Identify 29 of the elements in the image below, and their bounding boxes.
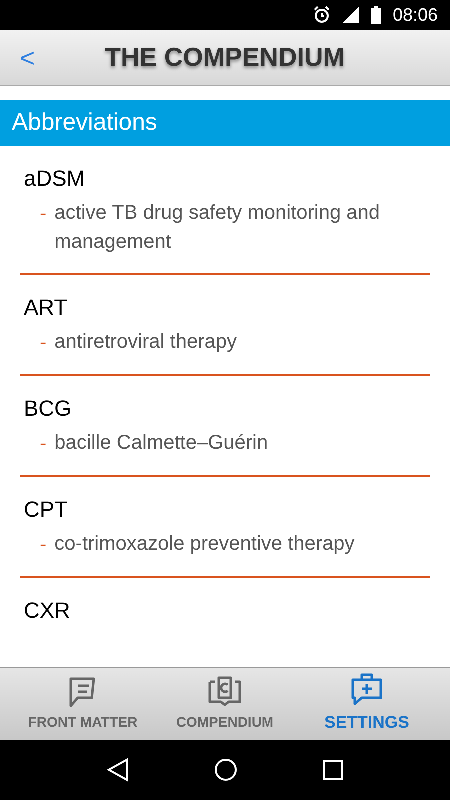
definition-text: bacille Calmette–Guérin <box>54 431 268 456</box>
tab[interactable]: SETTINGS <box>296 668 438 740</box>
definition-text: antiretroviral therapy <box>54 330 237 355</box>
tab[interactable]: FRONT MATTER <box>12 668 154 740</box>
back-nav-icon[interactable] <box>106 758 129 782</box>
book-icon <box>207 676 243 708</box>
section-title: Abbreviations <box>12 108 158 138</box>
abbreviation-term: CXR <box>23 597 72 625</box>
dash-bullet: - <box>40 331 47 356</box>
recents-nav-icon[interactable] <box>323 760 344 780</box>
definition-text: active TB drug safety monitoring and management <box>54 201 382 255</box>
clock-time: 08:06 <box>392 4 438 26</box>
definition-text: co-trimoxazole preventive therapy <box>54 532 355 557</box>
abbreviation-term: aDSM <box>23 165 86 193</box>
abbreviation-term: CPT <box>23 496 69 524</box>
tab[interactable]: COMPENDIUM <box>154 668 296 740</box>
battery-icon <box>370 6 381 24</box>
back-button[interactable]: < <box>20 44 36 70</box>
dash-bullet: - <box>40 432 47 457</box>
signal-icon <box>342 7 359 23</box>
dash-bullet: - <box>40 533 47 558</box>
abbreviation-term: BCG <box>23 395 73 423</box>
app-title: THE COMPENDIUM <box>105 41 345 74</box>
speech-bubble-icon <box>68 676 98 708</box>
dash-bullet: - <box>40 202 47 227</box>
abbreviation-term: ART <box>23 294 69 322</box>
alarm-clock-icon <box>312 6 331 24</box>
home-nav-icon[interactable] <box>214 758 238 782</box>
first-aid-kit-icon <box>350 672 384 706</box>
